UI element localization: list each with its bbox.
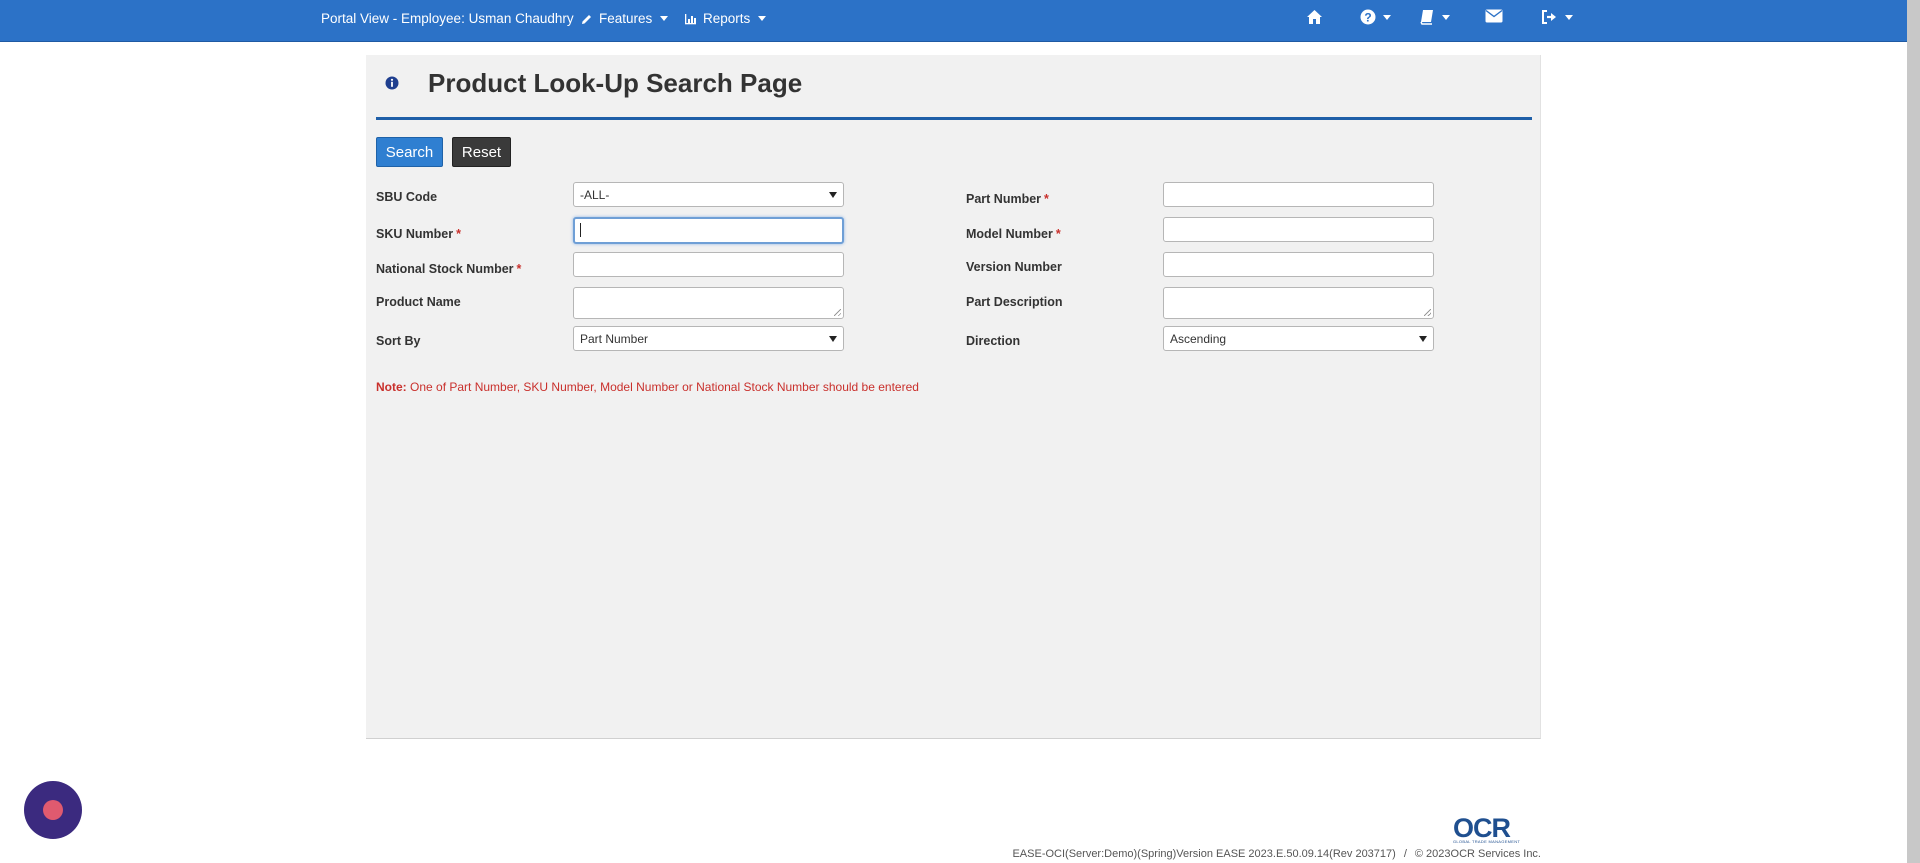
direction-value: Ascending <box>1170 331 1227 346</box>
chat-widget-button[interactable] <box>24 781 82 839</box>
direction-select[interactable]: Ascending <box>1163 326 1434 351</box>
product-name-label: Product Name <box>376 295 461 309</box>
product-name-textarea[interactable] <box>573 287 844 319</box>
help-icon: ? <box>1360 9 1376 25</box>
required-marker: * <box>456 227 461 241</box>
note-text: One of Part Number, SKU Number, Model Nu… <box>406 380 919 394</box>
help-menu[interactable]: ? <box>1360 9 1391 25</box>
part-description-label: Part Description <box>966 295 1063 309</box>
vertical-scrollbar[interactable] <box>1907 0 1920 863</box>
ocr-logo-subtext: GLOBAL TRADE MANAGEMENT <box>1453 839 1521 844</box>
footer-copyright: © 2023OCR Services Inc. <box>1414 848 1541 860</box>
home-icon <box>1307 10 1322 24</box>
resize-grip-icon[interactable] <box>1424 309 1431 316</box>
reset-button[interactable]: Reset <box>452 137 511 167</box>
version-number-input[interactable] <box>1163 252 1434 277</box>
chevron-down-icon <box>1442 14 1450 20</box>
page-title: Product Look-Up Search Page <box>428 68 803 98</box>
search-button[interactable]: Search <box>376 137 443 167</box>
top-navbar: Portal View - Employee: Usman Chaudhry F… <box>0 0 1907 42</box>
search-panel: Product Look-Up Search Page Search Reset… <box>366 55 1541 739</box>
required-marker: * <box>1055 227 1061 241</box>
chevron-down-icon <box>1419 335 1427 342</box>
part-description-textarea[interactable] <box>1163 287 1434 319</box>
text-cursor <box>580 223 581 237</box>
required-marker: * <box>516 262 522 276</box>
reports-menu[interactable]: Reports <box>684 11 767 26</box>
chevron-down-icon <box>660 16 669 21</box>
sku-number-label: SKU Number * <box>376 227 461 241</box>
model-number-input[interactable] <box>1163 217 1434 242</box>
envelope-icon <box>1485 9 1503 23</box>
pencil-icon <box>582 14 591 24</box>
note-prefix: Note: <box>376 380 407 394</box>
svg-text:?: ? <box>1364 11 1371 25</box>
sort-by-label: Sort By <box>376 334 421 348</box>
footer-separator: / <box>1403 848 1407 860</box>
info-icon[interactable] <box>385 76 399 90</box>
direction-label: Direction <box>966 334 1021 348</box>
chevron-down-icon <box>829 191 837 198</box>
sort-by-value: Part Number <box>580 331 649 346</box>
sbu-code-select[interactable]: -ALL- <box>573 182 844 207</box>
sort-by-select[interactable]: Part Number <box>573 326 844 351</box>
title-divider <box>376 117 1532 120</box>
chevron-down-icon <box>829 335 837 342</box>
footer-version: EASE-OCI(Server:Demo)(Spring)Version EAS… <box>1012 848 1396 860</box>
chevron-down-icon <box>1565 14 1573 20</box>
national-stock-number-label: National Stock Number * <box>376 262 522 276</box>
home-button[interactable] <box>1306 9 1323 25</box>
part-number-label: Part Number * <box>966 192 1049 206</box>
chevron-down-icon <box>758 16 767 21</box>
sbu-code-value: -ALL- <box>580 187 610 202</box>
part-number-input[interactable] <box>1163 182 1434 207</box>
portal-view-brand[interactable]: Portal View - Employee: Usman Chaudhry <box>321 11 574 26</box>
features-menu[interactable]: Features <box>581 11 669 26</box>
chat-indicator-icon <box>43 800 63 820</box>
features-label: Features <box>599 11 653 26</box>
footer-info: EASE-OCI(Server:Demo)(Spring)Version EAS… <box>1012 848 1541 860</box>
model-number-label: Model Number * <box>966 227 1061 241</box>
reports-label: Reports <box>703 11 751 26</box>
required-marker: * <box>1044 192 1049 206</box>
ocr-logo-text: OCR <box>1453 813 1511 843</box>
national-stock-number-input[interactable] <box>573 252 844 277</box>
sku-number-input[interactable] <box>573 217 844 244</box>
sign-out-icon <box>1542 10 1556 24</box>
version-number-label: Version Number <box>966 260 1062 274</box>
book-icon <box>1420 10 1433 25</box>
mail-button[interactable] <box>1485 9 1503 23</box>
bar-chart-icon <box>685 13 696 24</box>
resize-grip-icon[interactable] <box>834 309 841 316</box>
ocr-logo: OCR GLOBAL TRADE MANAGEMENT <box>1453 813 1541 844</box>
chevron-down-icon <box>1383 14 1391 20</box>
book-menu[interactable] <box>1419 9 1450 25</box>
sbu-code-label: SBU Code <box>376 190 438 204</box>
validation-note: Note: One of Part Number, SKU Number, Mo… <box>376 380 919 394</box>
logout-menu[interactable] <box>1541 9 1573 25</box>
